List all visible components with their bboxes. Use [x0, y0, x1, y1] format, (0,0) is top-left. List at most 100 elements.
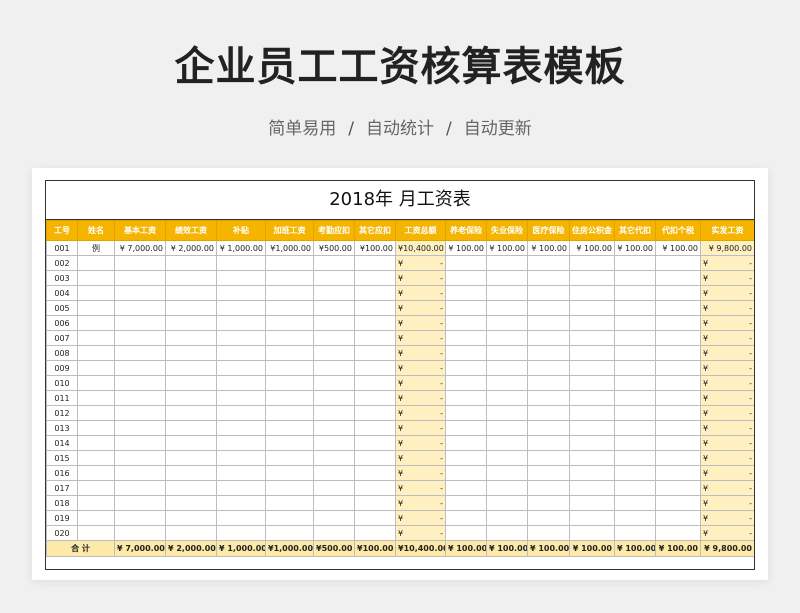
- table-cell[interactable]: ¥ -: [395, 270, 446, 286]
- table-cell[interactable]: [216, 330, 266, 346]
- table-cell[interactable]: 007: [46, 330, 78, 346]
- table-cell[interactable]: [114, 345, 166, 361]
- table-cell[interactable]: [313, 285, 355, 301]
- table-cell[interactable]: ¥ -: [700, 330, 754, 346]
- table-cell[interactable]: [216, 315, 266, 331]
- table-cell[interactable]: ¥ -: [700, 405, 754, 421]
- total-cell[interactable]: ¥ 100.00: [655, 540, 701, 557]
- table-cell[interactable]: ¥ -: [395, 420, 446, 436]
- table-cell[interactable]: [165, 390, 217, 406]
- table-cell[interactable]: 011: [46, 390, 78, 406]
- table-cell[interactable]: [486, 495, 528, 511]
- table-cell[interactable]: [569, 435, 615, 451]
- table-cell[interactable]: [354, 375, 396, 391]
- table-cell[interactable]: [313, 360, 355, 376]
- table-cell[interactable]: [216, 450, 266, 466]
- table-cell[interactable]: [614, 510, 656, 526]
- table-cell[interactable]: [655, 300, 701, 316]
- table-cell[interactable]: [486, 420, 528, 436]
- table-cell[interactable]: [114, 480, 166, 496]
- table-cell[interactable]: [569, 285, 615, 301]
- table-cell[interactable]: [165, 315, 217, 331]
- table-cell[interactable]: [569, 405, 615, 421]
- table-cell[interactable]: [313, 255, 355, 271]
- table-cell[interactable]: [354, 420, 396, 436]
- table-cell[interactable]: [165, 330, 217, 346]
- column-header[interactable]: 绩效工资: [165, 220, 217, 241]
- column-header[interactable]: 补贴: [216, 220, 266, 241]
- table-cell[interactable]: [569, 495, 615, 511]
- table-cell[interactable]: [114, 255, 166, 271]
- table-cell[interactable]: ¥ -: [700, 390, 754, 406]
- table-cell[interactable]: [445, 285, 487, 301]
- table-cell[interactable]: [445, 270, 487, 286]
- table-cell[interactable]: [354, 495, 396, 511]
- table-cell[interactable]: 017: [46, 480, 78, 496]
- table-cell[interactable]: [445, 390, 487, 406]
- table-cell[interactable]: 014: [46, 435, 78, 451]
- table-cell[interactable]: [655, 315, 701, 331]
- table-cell[interactable]: ¥ 100.00: [445, 240, 487, 256]
- table-cell[interactable]: [569, 255, 615, 271]
- table-cell[interactable]: [265, 525, 314, 541]
- table-cell[interactable]: [313, 480, 355, 496]
- table-cell[interactable]: [354, 255, 396, 271]
- table-cell[interactable]: [114, 435, 166, 451]
- table-cell[interactable]: ¥ -: [395, 375, 446, 391]
- table-cell[interactable]: [569, 375, 615, 391]
- total-cell[interactable]: ¥ 100.00: [569, 540, 615, 557]
- table-cell[interactable]: [165, 285, 217, 301]
- table-cell[interactable]: 019: [46, 510, 78, 526]
- table-cell[interactable]: [527, 405, 570, 421]
- table-cell[interactable]: [614, 375, 656, 391]
- table-cell[interactable]: [216, 390, 266, 406]
- table-cell[interactable]: [614, 285, 656, 301]
- table-cell[interactable]: [77, 450, 115, 466]
- table-cell[interactable]: [614, 465, 656, 481]
- table-cell[interactable]: [265, 405, 314, 421]
- table-cell[interactable]: [216, 360, 266, 376]
- table-cell[interactable]: [165, 450, 217, 466]
- table-cell[interactable]: [614, 405, 656, 421]
- table-cell[interactable]: ¥ -: [700, 285, 754, 301]
- table-cell[interactable]: [569, 345, 615, 361]
- column-header[interactable]: 考勤应扣: [313, 220, 355, 241]
- table-cell[interactable]: [614, 315, 656, 331]
- table-cell[interactable]: ¥ 1,000.00: [216, 240, 266, 256]
- table-cell[interactable]: 001: [46, 240, 78, 256]
- table-cell[interactable]: [165, 510, 217, 526]
- table-cell[interactable]: [354, 435, 396, 451]
- table-cell[interactable]: ¥ -: [700, 345, 754, 361]
- table-cell[interactable]: 018: [46, 495, 78, 511]
- table-cell[interactable]: [614, 525, 656, 541]
- table-cell[interactable]: [445, 465, 487, 481]
- table-cell[interactable]: ¥ 7,000.00: [114, 240, 166, 256]
- table-cell[interactable]: [445, 315, 487, 331]
- table-cell[interactable]: ¥ -: [700, 465, 754, 481]
- table-cell[interactable]: [655, 450, 701, 466]
- table-cell[interactable]: [165, 270, 217, 286]
- table-cell[interactable]: ¥ -: [700, 510, 754, 526]
- table-cell[interactable]: [77, 510, 115, 526]
- table-cell[interactable]: [527, 510, 570, 526]
- table-cell[interactable]: ¥ -: [395, 405, 446, 421]
- table-cell[interactable]: ¥ -: [395, 435, 446, 451]
- column-header[interactable]: 加班工资: [265, 220, 314, 241]
- table-cell[interactable]: [77, 360, 115, 376]
- table-cell[interactable]: [313, 510, 355, 526]
- total-cell[interactable]: ¥500.00: [313, 540, 355, 557]
- table-cell[interactable]: [354, 330, 396, 346]
- table-cell[interactable]: [445, 360, 487, 376]
- table-cell[interactable]: ¥ 9,800.00: [700, 240, 754, 256]
- table-cell[interactable]: [216, 465, 266, 481]
- table-cell[interactable]: [77, 420, 115, 436]
- table-cell[interactable]: [569, 330, 615, 346]
- table-cell[interactable]: 015: [46, 450, 78, 466]
- table-cell[interactable]: [216, 420, 266, 436]
- table-cell[interactable]: ¥ -: [700, 525, 754, 541]
- table-cell[interactable]: [655, 480, 701, 496]
- table-cell[interactable]: [216, 510, 266, 526]
- table-cell[interactable]: ¥ -: [700, 315, 754, 331]
- table-cell[interactable]: [486, 285, 528, 301]
- table-cell[interactable]: [354, 285, 396, 301]
